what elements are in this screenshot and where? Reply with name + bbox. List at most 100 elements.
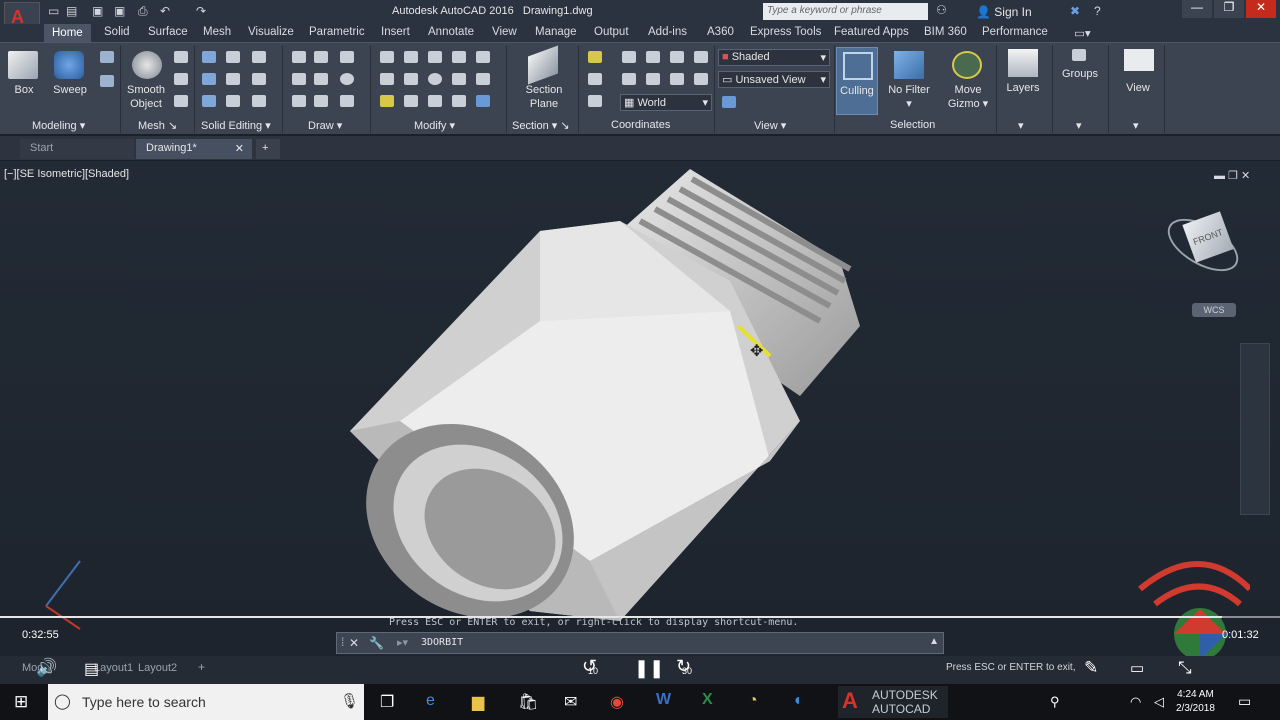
scale-icon[interactable] [404, 73, 418, 85]
array-icon[interactable] [476, 95, 490, 107]
panel-selection[interactable]: Selection [890, 119, 935, 131]
speaker-icon[interactable]: ◁ [1154, 694, 1164, 710]
tab-express-tools[interactable]: Express Tools [750, 26, 821, 38]
tab-a360[interactable]: A360 [707, 26, 734, 38]
draw-icon[interactable] [314, 51, 328, 63]
polyline-icon[interactable] [292, 51, 306, 63]
close-button[interactable]: ✕ [1246, 0, 1276, 18]
forward-30-button[interactable]: ↻ 30 [676, 656, 700, 682]
fillet-icon[interactable] [380, 73, 394, 85]
ucs-icon[interactable] [622, 51, 636, 63]
tab-surface[interactable]: Surface [148, 26, 188, 38]
panel-coordinates[interactable]: Coordinates [611, 119, 670, 131]
panel-modify[interactable]: Modify ▾ [414, 119, 455, 132]
section-plane-button[interactable]: Section Plane [514, 83, 574, 111]
taskbar-search[interactable]: ◯ Type here to search 🎙 [48, 684, 364, 720]
new-tab-button[interactable]: + [256, 139, 280, 159]
panel-modeling[interactable]: Modeling ▾ [32, 119, 85, 132]
tab-insert[interactable]: Insert [381, 26, 410, 38]
panel-section[interactable]: Section ▾ ↘ [512, 119, 570, 132]
rewind-10-button[interactable]: ↺ 10 [582, 656, 606, 682]
sign-in-link[interactable]: 👤 Sign In [976, 5, 1032, 19]
ucs-icon[interactable] [670, 51, 684, 63]
search-input[interactable]: Type a keyword or phrase [763, 3, 928, 20]
store-icon[interactable]: 🛍 [518, 692, 538, 712]
app-icon[interactable]: ◐ [794, 692, 804, 710]
close-tab-icon[interactable]: ✕ [235, 142, 244, 155]
edge-icon[interactable]: e [426, 692, 435, 710]
panel-mesh[interactable]: Mesh ↘ [138, 119, 177, 132]
tab-layout2[interactable]: Layout2 [138, 662, 177, 674]
tab-annotate[interactable]: Annotate [428, 26, 474, 38]
tab-performance[interactable]: Performance [982, 26, 1048, 38]
tab-layout1[interactable]: Layout1 [94, 662, 133, 674]
drawing-viewport[interactable]: [−][SE Isometric][Shaded] ▬ ❐ ✕ ✥ FRONT … [0, 161, 1280, 659]
stretch-icon[interactable] [452, 73, 466, 85]
extrude-icon[interactable] [100, 51, 114, 63]
ucs-icon[interactable] [694, 51, 708, 63]
mesh-tool-icon[interactable] [174, 51, 188, 63]
ucs-icon[interactable] [622, 73, 636, 85]
ucs-icon[interactable] [646, 73, 660, 85]
offset-icon[interactable] [476, 73, 490, 85]
ucs-icon[interactable] [588, 95, 602, 107]
culling-button[interactable]: Culling [836, 47, 878, 115]
mirror-icon[interactable] [476, 51, 490, 63]
groups-panel-expand[interactable]: ▾ [1076, 119, 1082, 132]
captions-icon[interactable]: ▤ [84, 659, 99, 679]
tab-view[interactable]: View [492, 26, 517, 38]
tab-start[interactable]: Start [20, 139, 134, 159]
line-icon[interactable] [314, 73, 328, 85]
binoculars-icon[interactable]: ⚇ [936, 3, 947, 17]
solid-edit-icon[interactable] [252, 95, 266, 107]
minimize-button[interactable]: — [1182, 0, 1212, 18]
circle-icon[interactable] [428, 73, 442, 85]
tab-visualize[interactable]: Visualize [248, 26, 294, 38]
mail-icon[interactable]: ✉ [564, 692, 577, 712]
solid-edit-icon[interactable] [226, 51, 240, 63]
pause-button[interactable]: ❚❚ [634, 658, 664, 679]
rectangle-icon[interactable] [314, 95, 328, 107]
wcs-menu[interactable]: WCS [1192, 303, 1236, 317]
array-icon[interactable] [428, 95, 442, 107]
circle-icon[interactable] [340, 73, 354, 85]
windows-start-icon[interactable]: ⊞ [14, 692, 28, 712]
move-gizmo-button[interactable]: Move Gizmo ▾ [940, 83, 996, 111]
viewport-config-icon[interactable] [722, 96, 736, 108]
solid-edit-icon[interactable] [226, 73, 240, 85]
tab-parametric[interactable]: Parametric [309, 26, 365, 38]
command-history-icon[interactable]: ▲ [929, 636, 939, 647]
volume-icon[interactable]: 🔊 [36, 658, 57, 678]
visual-style-dropdown[interactable]: ■ Shaded ▾ [718, 49, 830, 66]
presspull-icon[interactable] [100, 75, 114, 87]
view-panel-expand[interactable]: ▾ [1133, 119, 1139, 132]
redo-icon[interactable]: ↷ [196, 4, 206, 18]
miniplayer-icon[interactable]: ▭ [1130, 659, 1144, 677]
ucs-icon[interactable] [670, 73, 684, 85]
viewcube[interactable]: FRONT [1159, 208, 1247, 291]
navigation-bar[interactable] [1240, 343, 1270, 515]
undo-icon[interactable]: ↶ [160, 4, 170, 18]
excel-icon[interactable]: X [702, 691, 713, 709]
ucs-icon[interactable] [588, 51, 602, 63]
solid-edit-icon[interactable] [226, 95, 240, 107]
union-icon[interactable] [202, 51, 216, 63]
microphone-icon[interactable]: 🎙 [340, 692, 359, 710]
ucs-icon[interactable] [694, 73, 708, 85]
move-icon[interactable] [380, 51, 394, 63]
tab-bim-360[interactable]: BIM 360 [924, 26, 967, 38]
named-view-dropdown[interactable]: ▭ Unsaved View ▾ [718, 71, 830, 88]
new-icon[interactable]: ▭ [48, 4, 59, 18]
explode-icon[interactable] [404, 95, 418, 107]
restore-button[interactable]: ❐ [1214, 0, 1244, 18]
print-icon[interactable]: ⎙ [138, 4, 148, 19]
save-as-icon[interactable]: ▣ [114, 4, 125, 18]
box-button[interactable]: Box [4, 83, 44, 97]
fullscreen-icon[interactable]: ⤡ [1178, 658, 1192, 678]
app-icon[interactable]: ◔ [748, 692, 758, 710]
clock[interactable]: 4:24 AM 2/3/2018 [1176, 688, 1215, 716]
open-icon[interactable]: ▤ [66, 4, 77, 18]
tab-output[interactable]: Output [594, 26, 629, 38]
close-command-icon[interactable]: ✕ [349, 636, 359, 650]
ribbon-options-icon[interactable]: ▭▾ [1074, 26, 1091, 40]
